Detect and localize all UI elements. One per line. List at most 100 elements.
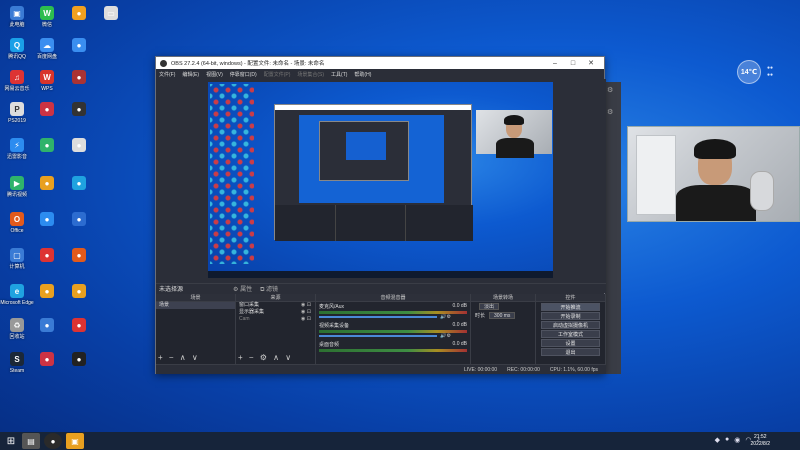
weather-widget[interactable]: 14℃ ●● ●●: [737, 60, 793, 84]
steam-icon: S: [10, 352, 24, 366]
source-controls[interactable]: + − ⚙ ∧ ∨: [238, 353, 293, 362]
settings-button[interactable]: 设置: [541, 339, 600, 347]
tray-icon[interactable]: ◆: [715, 436, 720, 444]
maximize-icon[interactable]: □: [564, 60, 582, 67]
taskbar: ⊞ ▤ ● ▣ ◆ ● ◉ ◠ ♪ 21:52 2022/8/2: [0, 432, 800, 450]
studio-mode-button[interactable]: 工作室模式: [541, 330, 600, 338]
start-streaming-button[interactable]: 开始推流: [541, 303, 600, 311]
desktop-icon[interactable]: ▢ 计算机: [0, 248, 34, 278]
obs-window[interactable]: OBS 27.2.4 (64-bit, windows) - 配置文件: 未命名…: [155, 56, 606, 374]
volume-slider[interactable]: [319, 316, 438, 318]
desktop-icon[interactable]: ●: [62, 352, 96, 382]
eye-icon[interactable]: ◉ ⊡: [301, 309, 311, 316]
desktop-icon[interactable]: ▣ 此电脑: [0, 6, 34, 36]
desktop-icon[interactable]: S Steam: [0, 352, 34, 382]
obs-titlebar[interactable]: OBS 27.2.4 (64-bit, windows) - 配置文件: 未命名…: [156, 57, 604, 69]
desktop-icon[interactable]: ●: [30, 102, 64, 132]
eye-icon[interactable]: ◉ ⊡: [301, 316, 311, 323]
desktop-icon[interactable]: W WPS: [30, 70, 64, 100]
desktop-icon[interactable]: ●: [62, 6, 96, 36]
taskbar-clock[interactable]: 21:52 2022/8/2: [751, 434, 770, 448]
desktop-icon[interactable]: W 微信: [30, 6, 64, 36]
eye-icon[interactable]: ◉ ⊡: [301, 302, 311, 309]
desktop-icon[interactable]: ▶ 腾讯视频: [0, 176, 34, 206]
close-icon[interactable]: ✕: [582, 59, 600, 67]
desktop-icon[interactable]: P PS2019: [0, 102, 34, 132]
app-icon: ●: [40, 138, 54, 152]
desktop-icon[interactable]: e Microsoft Edge: [0, 284, 34, 314]
desktop-icon[interactable]: ●: [62, 102, 96, 132]
scenes-dock: 场景 场景 + − ∧ ∨: [156, 294, 236, 364]
video-icon: ▶: [10, 176, 24, 190]
desktop-icon[interactable]: ♻ 回收站: [0, 318, 34, 348]
desktop-icon[interactable]: ♫ 网易云音乐: [0, 70, 34, 100]
filters-button[interactable]: ⧉ 滤镜: [260, 284, 278, 294]
office-icon: O: [10, 212, 24, 226]
webcam-shelf: [636, 135, 676, 215]
menu-file[interactable]: 文件(F): [159, 71, 175, 78]
menu-tools[interactable]: 工具(T): [331, 71, 347, 78]
speaker-icon[interactable]: 🔊⚙: [440, 314, 451, 320]
menu-scene-collection[interactable]: 场景集合(S): [297, 71, 324, 78]
desktop-icon[interactable]: O Office: [0, 212, 34, 242]
edge-icon: e: [10, 284, 24, 298]
desktop-icon[interactable]: ●: [30, 284, 64, 314]
duration-input[interactable]: 300 ms: [489, 312, 516, 319]
volume-slider[interactable]: [319, 335, 438, 337]
app-icon: ●: [72, 248, 86, 262]
mixer-channel: 麦克风/Aux 0.0 dB 🔊⚙: [319, 303, 467, 320]
properties-button[interactable]: ⚙ 属性: [233, 284, 252, 293]
preview-area[interactable]: [156, 79, 606, 283]
pc-icon: ▢: [10, 248, 24, 262]
controls-header: 控件: [536, 294, 605, 302]
scene-item[interactable]: 场景: [156, 302, 235, 309]
desktop-icon[interactable]: ●: [30, 212, 64, 242]
taskbar-app-icon[interactable]: ▣: [66, 433, 84, 449]
desktop-icon[interactable]: ●: [30, 248, 64, 278]
audio-mixer-dock: 音频混音器 麦克风/Aux 0.0 dB 🔊⚙ 视频采集设备 0.0 dB 🔊⚙ 桌…: [316, 294, 471, 364]
desktop-icon[interactable]: ⚡ 迅雷影音: [0, 138, 34, 168]
desktop-icon[interactable]: ●: [62, 70, 96, 100]
desktop-icon[interactable]: ●: [30, 138, 64, 168]
windows-start-icon[interactable]: ⊞: [0, 432, 22, 450]
menu-help[interactable]: 帮助(H): [354, 71, 371, 78]
desktop-icon[interactable]: ●: [30, 176, 64, 206]
desktop-icon[interactable]: ●: [62, 38, 96, 68]
desktop-icon[interactable]: ●: [62, 248, 96, 278]
scene-controls[interactable]: + − ∧ ∨: [158, 353, 200, 362]
menu-edit[interactable]: 编辑(E): [182, 71, 199, 78]
minimize-icon[interactable]: –: [546, 60, 564, 67]
desktop-icon[interactable]: ●: [62, 318, 96, 348]
desktop-icon[interactable]: ●: [62, 176, 96, 206]
desktop-icon[interactable]: ●: [62, 138, 96, 168]
app-icon: ●: [40, 284, 54, 298]
desktop-icon[interactable]: ●: [62, 212, 96, 242]
desktop-icon[interactable]: ☁ 百度网盘: [30, 38, 64, 68]
exit-button[interactable]: 退出: [541, 348, 600, 356]
menu-view[interactable]: 视图(V): [206, 71, 223, 78]
speaker-icon[interactable]: 🔊⚙: [440, 333, 451, 339]
menu-profile[interactable]: 配置文件(P): [264, 71, 291, 78]
desktop-icon[interactable]: ●: [62, 284, 96, 314]
start-recording-button[interactable]: 开始录制: [541, 312, 600, 320]
desktop-icon[interactable]: ▭: [94, 6, 128, 36]
app-icon: ●: [72, 70, 86, 84]
preview-canvas[interactable]: [208, 82, 553, 278]
weather-details: ●● ●●: [767, 65, 774, 78]
menu-docks[interactable]: 停靠窗口(D): [230, 71, 257, 78]
obs-taskbar-icon[interactable]: ●: [44, 433, 62, 449]
tray-icon[interactable]: ●: [725, 436, 729, 444]
source-item[interactable]: 显示器采集 ◉ ⊡: [236, 309, 315, 316]
transition-select[interactable]: 淡出: [479, 303, 500, 310]
weather-value: 14℃: [737, 60, 761, 84]
desktop-icon[interactable]: Q 腾讯QQ: [0, 38, 34, 68]
taskbar-app-icon[interactable]: ▤: [22, 433, 40, 449]
virtual-camera-button[interactable]: 启动虚拟摄像机: [541, 321, 600, 329]
source-item[interactable]: Cam ◉ ⊡: [236, 316, 315, 323]
preview-webcam: [476, 110, 552, 158]
desktop-icon[interactable]: ●: [30, 318, 64, 348]
sources-header: 来源: [236, 294, 315, 302]
source-item[interactable]: 窗口采集 ◉ ⊡: [236, 302, 315, 309]
desktop-icon[interactable]: ●: [30, 352, 64, 382]
tray-icon[interactable]: ◉: [734, 436, 740, 444]
